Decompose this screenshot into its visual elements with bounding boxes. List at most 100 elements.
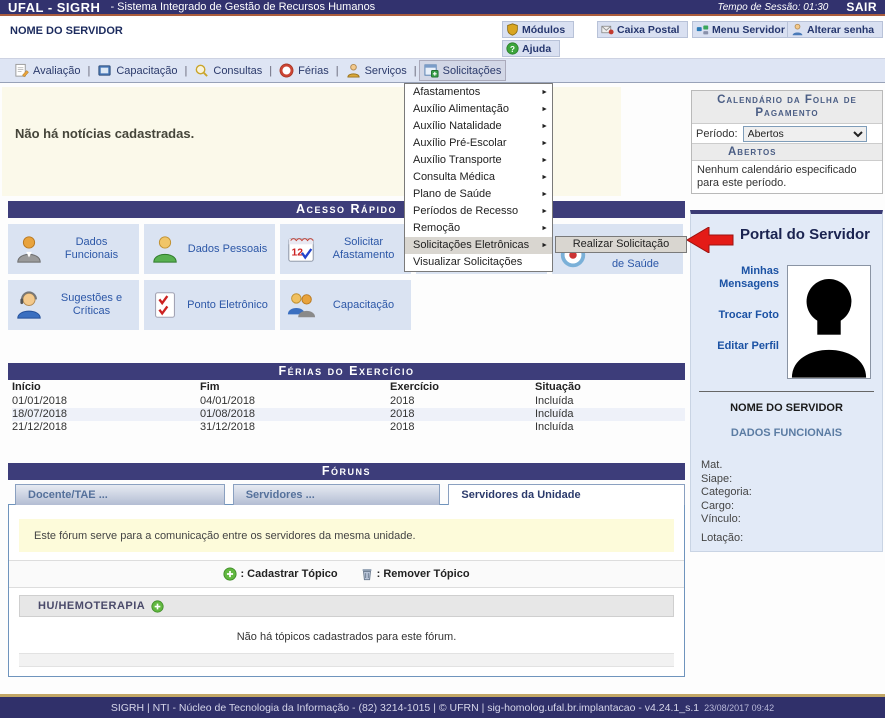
training-icon [97,63,112,78]
logged-user-name: NOME DO SERVIDOR [10,25,123,37]
footer-text: SIGRH | NTI - Núcleo de Tecnologia da In… [111,702,699,714]
submenu-realizar-solicitacao[interactable]: Realizar Solicitação [555,236,687,253]
menu-item-avaliacao[interactable]: Avaliação [10,61,85,80]
portal-do-servidor-panel: Portal do Servidor Minhas Mensagens Troc… [690,210,883,552]
tab-docente-tae[interactable]: Docente/TAE ... [15,484,225,505]
menu-separator: | [414,65,417,77]
identification-bar: NOME DO SERVIDOR Módulos Caixa Postal Me… [0,18,885,58]
forums-panel: Fóruns Docente/TAE ... Servidores ... Se… [8,463,685,677]
menu-consulta-medica[interactable]: Consulta Médica► [405,169,552,186]
field-label: Mat. [701,459,882,473]
lifebuoy-icon [279,63,294,78]
field-label: Vínculo: [701,513,882,527]
vacations-table: Início Fim Exercício Situação 01/01/2018… [8,380,685,434]
silhouette-avatar [788,266,870,378]
period-label: Período: [696,128,738,140]
col-inicio: Início [12,380,200,395]
menu-afastamentos[interactable]: Afastamentos► [405,84,552,101]
help-icon: ? [506,42,519,55]
help-button[interactable]: ? Ajuda [502,40,560,57]
menu-remocao[interactable]: Remoção► [405,220,552,237]
menu-separator: | [185,65,188,77]
table-cell: 04/01/2018 [200,395,390,408]
menu-item-servicos[interactable]: Serviços [342,61,411,80]
quick-access-panel: Acesso Rápido Dados Funcionais Dados Pes… [8,201,685,330]
submenu-arrow-icon: ► [541,152,548,169]
tile-dados-pessoais[interactable]: Dados Pessoais [144,224,275,274]
quick-access-title: Acesso Rápido [8,201,685,218]
change-password-button[interactable]: Alterar senha [787,21,883,38]
link-trocar-foto[interactable]: Trocar Foto [691,309,779,322]
calendar-status-header: Abertos [692,143,882,161]
menu-item-solicitacoes[interactable]: Solicitações [420,61,506,80]
menu-auxilio-natalidade[interactable]: Auxílio Natalidade► [405,118,552,135]
menu-item-ferias[interactable]: Férias [275,61,333,80]
table-cell: 2018 [390,421,535,434]
svg-text:12: 12 [292,248,304,259]
menu-item-consultas[interactable]: Consultas [190,61,266,80]
add-topic-icon [223,567,237,581]
remove-topic-icon [360,567,374,581]
menu-separator: | [88,65,91,77]
menu-visualizar-solicitacoes[interactable]: Visualizar Solicitações [405,254,552,271]
table-cell: Incluída [535,421,685,434]
field-label: Lotação: [701,532,882,546]
main-menu-bar: Avaliação | Capacitação | Consultas | Fé… [0,58,885,83]
menu-auxilio-alimentacao[interactable]: Auxílio Alimentação► [405,101,552,118]
forum-empty-row [19,666,674,676]
field-label: Siape: [701,473,882,487]
tile-solicitar-afastamento[interactable]: 12 Solicitar Afastamento [280,224,411,274]
forum-group-row: HU/HEMOTERAPIA [19,595,674,617]
forum-empty-row [19,653,674,666]
footer-bar: SIGRH | NTI - Núcleo de Tecnologia da In… [0,697,885,718]
modules-shield-icon [506,23,519,36]
logout-link[interactable]: SAIR [846,0,877,14]
menu-solicitacoes-eletronicas[interactable]: Solicitações Eletrônicas► [405,237,552,254]
link-editar-perfil[interactable]: Editar Perfil [691,340,779,353]
forum-description: Este fórum serve para a comunicação entr… [19,519,674,552]
tile-sugestoes-criticas[interactable]: Sugestões e Críticas [8,280,139,330]
sigrh-portal-page: UFAL - SIGRH - Sistema Integrado de Gest… [0,0,885,718]
red-pointer-arrow [687,227,734,253]
tile-capacitacao[interactable]: Capacitação [280,280,411,330]
period-select[interactable]: Abertos [743,126,867,142]
tab-servidores[interactable]: Servidores ... [233,484,441,505]
footer-timestamp: 23/08/2017 09:42 [704,703,774,713]
table-cell: Incluída [535,408,685,421]
header-buttons: Módulos Caixa Postal Menu Servidor Alter… [502,21,885,59]
forum-content-box: Este fórum serve para a comunicação entr… [8,504,685,677]
field-label: Cargo: [701,500,882,514]
app-brand: UFAL - SIGRH [8,0,100,15]
submenu-arrow-icon: ► [541,220,548,237]
forums-title: Fóruns [8,463,685,480]
vacations-title: Férias do Exercício [8,363,685,380]
col-situacao: Situação [535,380,685,395]
tile-dados-funcionais[interactable]: Dados Funcionais [8,224,139,274]
menu-auxilio-pre-escolar[interactable]: Auxílio Pré-Escolar► [405,135,552,152]
table-cell: 31/12/2018 [200,421,390,434]
forum-legend: : Cadastrar Tópico : Remover Tópico [9,560,684,588]
calendar-panel-title: Calendário da Folha de Pagamento [692,91,882,124]
calendar-empty-message: Nenhum calendário especificado para este… [692,161,882,193]
menu-plano-de-saude[interactable]: Plano de Saúde► [405,186,552,203]
quick-access-row-2: Sugestões e Críticas Ponto Eletrônico Ca… [8,280,685,330]
modules-button[interactable]: Módulos [502,21,574,38]
table-cell: 01/08/2018 [200,408,390,421]
menu-auxilio-transporte[interactable]: Auxílio Transporte► [405,152,552,169]
field-label: Categoria: [701,486,882,500]
portal-section-title: DADOS FUNCIONAIS [691,427,882,439]
two-people-icon [286,290,316,320]
menu-item-capacitacao[interactable]: Capacitação [93,61,181,80]
portal-user-name: NOME DO SERVIDOR [691,402,882,414]
add-topic-icon[interactable] [151,600,164,613]
tab-servidores-da-unidade[interactable]: Servidores da Unidade [448,484,685,505]
server-menu-button[interactable]: Menu Servidor [692,21,794,38]
mailbox-button[interactable]: Caixa Postal [597,21,688,38]
menu-separator: | [269,65,272,77]
link-minhas-mensagens[interactable]: Minhas Mensagens [691,265,779,291]
portal-functional-fields: Mat. Siape: Categoria: Cargo: Vínculo: L… [691,459,882,545]
menu-periodos-de-recesso[interactable]: Períodos de Recesso► [405,203,552,220]
tile-ponto-eletronico[interactable]: Ponto Eletrônico [144,280,275,330]
headset-person-icon [14,290,44,320]
profile-photo [787,265,871,379]
